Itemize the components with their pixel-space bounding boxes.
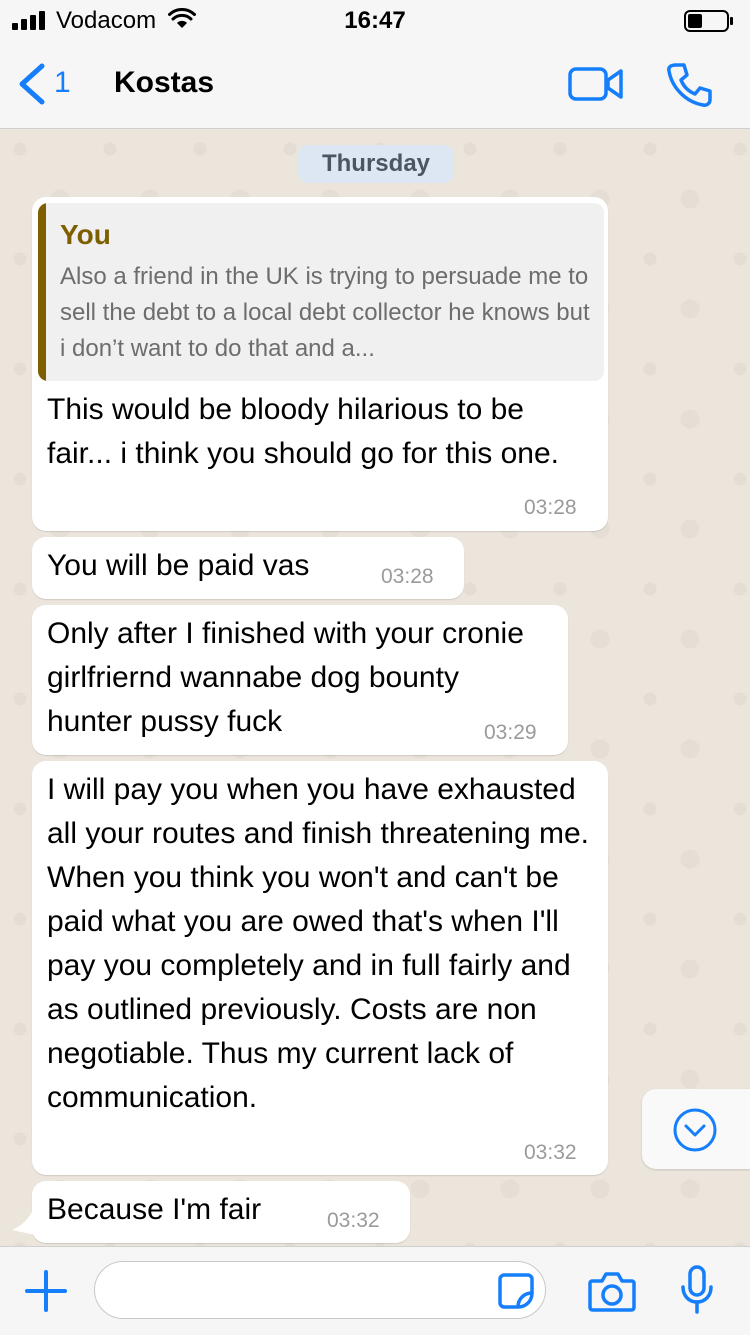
- unread-count[interactable]: 1: [54, 66, 71, 100]
- sticker-icon[interactable]: [498, 1273, 534, 1309]
- microphone-icon[interactable]: [680, 1265, 714, 1315]
- quote-accent-bar: [38, 203, 46, 381]
- back-chevron-icon[interactable]: [14, 62, 48, 106]
- quote-author: You: [60, 219, 111, 250]
- incoming-message-bubble[interactable]: You Also a friend in the UK is trying to…: [32, 197, 608, 531]
- quote-text: Also a friend in the UK is trying to per…: [60, 263, 590, 362]
- message-timestamp: 03:28: [381, 565, 434, 588]
- incoming-message-bubble[interactable]: Only after I finished with your cronie g…: [32, 605, 568, 755]
- message-timestamp: 03:29: [484, 721, 537, 744]
- chat-header: 1 Kostas: [0, 40, 750, 129]
- message-list[interactable]: Thursday You Also a friend in the UK is …: [0, 129, 750, 1246]
- quoted-reply[interactable]: You Also a friend in the UK is trying to…: [38, 203, 604, 381]
- bubble-tail: [12, 1206, 40, 1236]
- chevron-down-circle-icon: [673, 1108, 717, 1152]
- message-timestamp: 03:32: [524, 1141, 577, 1164]
- video-call-icon[interactable]: [568, 66, 624, 102]
- incoming-message-bubble[interactable]: I will pay you when you have exhausted a…: [32, 761, 608, 1175]
- message-text: Because I'm fair: [47, 1193, 262, 1226]
- date-separator: Thursday: [298, 145, 454, 183]
- status-bar: Vodacom 16:47: [0, 0, 750, 40]
- plus-icon[interactable]: [24, 1269, 68, 1313]
- scroll-to-bottom-button[interactable]: [642, 1089, 750, 1169]
- phone-call-icon[interactable]: [666, 62, 712, 108]
- camera-icon[interactable]: [588, 1269, 636, 1313]
- clock: 16:47: [344, 7, 406, 34]
- message-input[interactable]: [94, 1261, 546, 1319]
- message-text: Only after I finished with your cronie g…: [47, 617, 524, 738]
- incoming-message-bubble[interactable]: You will be paid vas 03:28: [32, 537, 464, 599]
- incoming-message-bubble[interactable]: Because I'm fair 03:32: [32, 1181, 410, 1243]
- message-timestamp: 03:28: [524, 496, 577, 519]
- message-text: I will pay you when you have exhausted a…: [47, 773, 589, 1114]
- contact-name[interactable]: Kostas: [114, 66, 214, 100]
- message-text: You will be paid vas: [47, 549, 310, 582]
- message-timestamp: 03:32: [327, 1209, 380, 1232]
- message-text: This would be bloody hilarious to be fai…: [47, 393, 559, 470]
- battery-icon: [684, 10, 733, 32]
- compose-bar: [0, 1246, 750, 1335]
